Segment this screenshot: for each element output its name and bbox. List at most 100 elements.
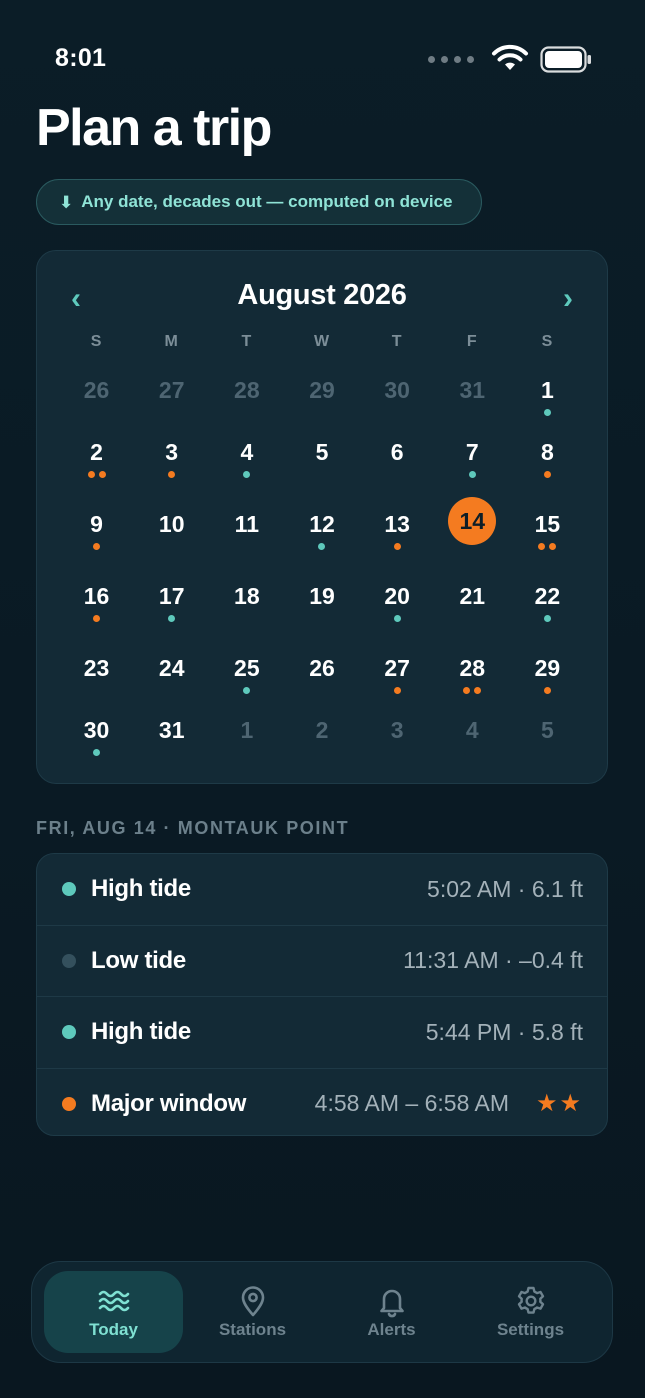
calendar-day[interactable]: 3 [360, 701, 435, 763]
calendar-day[interactable]: 25 [209, 639, 284, 701]
calendar-day[interactable]: 20 [360, 567, 435, 639]
calendar-day-number: 20 [384, 583, 410, 609]
calendar-day[interactable]: 8 [510, 423, 585, 495]
calendar-day[interactable]: 3 [134, 423, 209, 495]
info-badge: ⬇ Any date, decades out — computed on de… [36, 179, 482, 225]
calendar-days-grid: 26 27 28 29 30 31 1 2 3 4 5 6 7 8 9 10 11 12 13 14 15 16 17 18 1… [59, 361, 585, 763]
calendar-day[interactable]: 2 [284, 701, 359, 763]
calendar-day-number: 27 [158, 377, 185, 403]
calendar-day[interactable]: 4 [209, 423, 284, 495]
calendar-day[interactable]: 31 [134, 701, 209, 763]
weekday-header: S M T W T F S [59, 333, 585, 351]
event-row[interactable]: High tide 5:44 PM · 5.8 ft [37, 997, 607, 1069]
calendar-day[interactable]: 23 [59, 639, 134, 701]
tab-stations[interactable]: Stations [183, 1271, 322, 1353]
calendar-day-number: 1 [240, 717, 254, 743]
calendar-day[interactable]: 30 [360, 361, 435, 423]
calendar-day-number: 2 [90, 439, 103, 465]
calendar-day[interactable]: 5 [284, 423, 359, 495]
weekday-label: W [313, 333, 331, 350]
status-bar: 8:01 [0, 0, 645, 110]
tab-label: Alerts [367, 1320, 416, 1339]
event-row[interactable]: Major window 4:58 AM – 6:58 AM ★★ [37, 1069, 607, 1136]
calendar-day[interactable]: 1 [510, 361, 585, 423]
weekday-label: F [466, 333, 478, 350]
calendar-day[interactable]: 5 [510, 701, 585, 763]
calendar-day[interactable]: 9 [59, 495, 134, 567]
calendar-day-number: 14 [448, 497, 497, 545]
event-row[interactable]: Low tide 11:31 AM · –0.4 ft [37, 926, 607, 997]
calendar-day[interactable]: 28 [435, 639, 510, 701]
calendar-day-number: 18 [234, 583, 260, 609]
calendar-day[interactable]: 26 [284, 639, 359, 701]
tide-dot-icon [318, 543, 326, 550]
tide-indicator-dots [93, 615, 101, 622]
calendar-day[interactable]: 22 [510, 567, 585, 639]
calendar-day[interactable]: 27 [360, 639, 435, 701]
weekday-label: M [164, 333, 179, 350]
calendar-day-selected[interactable]: 14 [435, 495, 510, 567]
calendar-day[interactable]: 7 [435, 423, 510, 495]
calendar-day-number: 1 [541, 377, 554, 403]
tab-alerts[interactable]: Alerts [322, 1271, 461, 1353]
window-dot-icon [98, 471, 106, 478]
calendar-day[interactable]: 12 [284, 495, 359, 567]
window-dot-icon [168, 471, 176, 478]
calendar-day-number: 12 [309, 511, 335, 537]
calendar-day[interactable]: 6 [360, 423, 435, 495]
calendar-day[interactable]: 18 [209, 567, 284, 639]
calendar-day[interactable]: 29 [284, 361, 359, 423]
calendar-day[interactable]: 17 [134, 567, 209, 639]
calendar-day[interactable]: 29 [510, 639, 585, 701]
calendar-day[interactable]: 30 [59, 701, 134, 763]
calendar-day[interactable]: 11 [209, 495, 284, 567]
calendar-day[interactable]: 16 [59, 567, 134, 639]
tab-today[interactable]: Today [44, 1271, 183, 1353]
calendar-day-number: 5 [315, 439, 329, 465]
tide-indicator-dots [543, 471, 551, 478]
calendar-day[interactable]: 10 [134, 495, 209, 567]
calendar-day-number: 3 [390, 717, 404, 743]
calendar-day[interactable]: 24 [134, 639, 209, 701]
tide-indicator-dots [243, 687, 251, 694]
status-time: 8:01 [55, 44, 107, 72]
wifi-icon [492, 44, 528, 70]
tab-bar: Today Stations Alerts Settings [31, 1261, 613, 1363]
waves-icon [98, 1290, 129, 1312]
calendar-day-number: 10 [158, 511, 185, 537]
calendar-day[interactable]: 21 [435, 567, 510, 639]
calendar-day[interactable]: 1 [209, 701, 284, 763]
calendar-day[interactable]: 4 [435, 701, 510, 763]
tide-indicator-dots [87, 471, 106, 478]
tide-dot-icon [168, 615, 176, 622]
calendar-day[interactable]: 27 [134, 361, 209, 423]
calendar-day-number: 31 [459, 377, 486, 403]
calendar-day-number: 5 [541, 717, 554, 743]
tab-settings[interactable]: Settings [461, 1271, 600, 1353]
calendar-header: ‹ August 2026 › [37, 275, 607, 319]
tide-indicator-dots [168, 615, 176, 622]
calendar-day[interactable]: 13 [360, 495, 435, 567]
next-month-button[interactable]: › [550, 281, 586, 317]
calendar-day[interactable]: 31 [435, 361, 510, 423]
calendar-day-number: 2 [315, 717, 329, 743]
calendar-day[interactable]: 28 [209, 361, 284, 423]
tide-indicator-dots [243, 471, 251, 478]
calendar-day[interactable]: 26 [59, 361, 134, 423]
calendar-day-number: 3 [165, 439, 179, 465]
event-row[interactable]: High tide 5:02 AM · 6.1 ft [37, 854, 607, 926]
calendar-day-number: 4 [240, 439, 254, 465]
high-tide-marker-icon [62, 882, 76, 897]
calendar-day[interactable]: 2 [59, 423, 134, 495]
calendar-day-number: 15 [534, 511, 561, 537]
calendar-day-number: 9 [90, 511, 103, 537]
location-pin-icon [241, 1286, 264, 1317]
calendar-day[interactable]: 15 [510, 495, 585, 567]
calendar-day-number: 29 [309, 377, 335, 403]
tide-indicator-dots [168, 471, 176, 478]
tide-dot-icon [393, 615, 401, 622]
calendar-day-number: 11 [234, 511, 259, 537]
tide-indicator-dots [393, 615, 401, 622]
calendar-day[interactable]: 19 [284, 567, 359, 639]
event-value: 11:31 AM · –0.4 ft [403, 947, 583, 974]
